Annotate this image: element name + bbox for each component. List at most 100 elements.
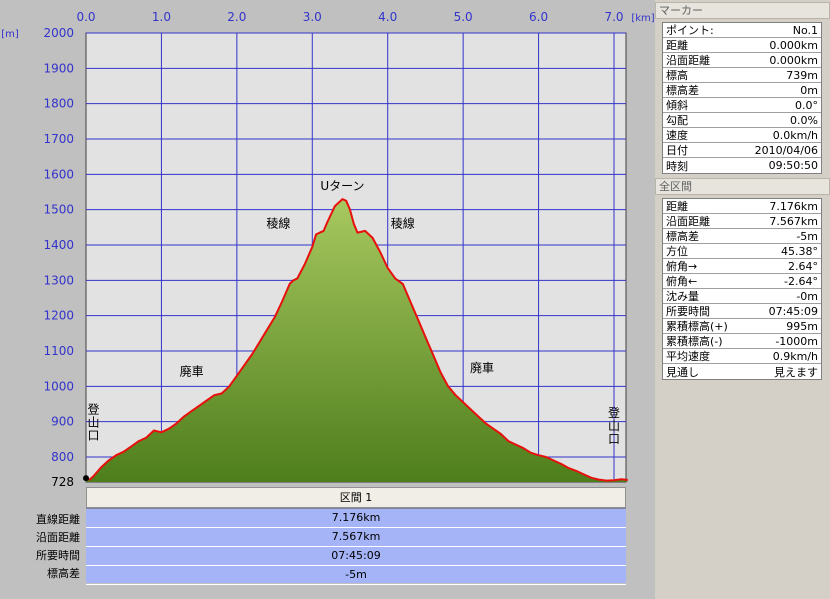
summary-value: 07:45:09: [768, 304, 818, 318]
elevation-chart: 728 800 900 1000 1100 1200 1300 1400 1500 1600 170…: [0, 0, 655, 599]
summary-row-sink: 沈み量 -0m: [663, 289, 821, 304]
summary-label: 所要時間: [666, 305, 710, 318]
elevation-point: [296, 277, 299, 280]
summary-label: 沿面距離: [666, 215, 710, 228]
marker-label: 標高差: [666, 84, 699, 97]
elevation-point: [175, 422, 178, 425]
segment-value-elevation-diff: -5m: [86, 566, 626, 585]
elevation-point: [115, 454, 117, 457]
elevation-point: [552, 459, 555, 462]
marker-row-time: 時刻 09:50:50: [663, 158, 821, 173]
elevation-point: [439, 371, 442, 374]
summary-label: 累積標高(-): [666, 335, 723, 348]
summary-table: 距離 7.176km 沿面距離 7.567km 標高差 -5m 方位 45.38° 俯角…: [662, 198, 822, 380]
elevation-point: [319, 231, 321, 234]
elevation-point: [402, 283, 404, 285]
segment-tab[interactable]: 区間 1: [86, 487, 626, 508]
y-tick-label: 900: [51, 415, 74, 429]
elevation-point: [537, 454, 540, 457]
annotation-trailhead-char: 山: [608, 419, 620, 433]
y-tick-label: 1500: [43, 203, 74, 217]
elevation-point: [273, 316, 276, 319]
elevation-point: [409, 300, 412, 303]
elevation-point: [417, 318, 419, 321]
elevation-point: [322, 230, 325, 232]
y-tick-label: 800: [51, 450, 74, 464]
marker-section-header[interactable]: マーカー: [655, 2, 830, 19]
marker-row-speed: 速度 0.0km/h: [663, 128, 821, 143]
segment-value-duration: 07:45:09: [86, 547, 626, 566]
start-marker-icon: [83, 475, 89, 482]
marker-row-elevation: 標高 739m: [663, 68, 821, 83]
segment-values-table: 7.176km 7.567km 07:45:09 -5m: [86, 508, 626, 585]
elevation-point: [349, 208, 351, 211]
elevation-point: [89, 478, 91, 481]
elevation-point: [198, 405, 200, 407]
x-tick-label: 5.0: [454, 10, 473, 24]
summary-row-cumulative-ascent: 累積標高(+) 995m: [663, 319, 821, 334]
elevation-point: [228, 385, 231, 388]
elevation-point: [266, 329, 268, 331]
elevation-point: [386, 267, 389, 269]
marker-row-surface-distance: 沿面距離 0.000km: [663, 53, 821, 68]
x-tick-label: 2.0: [227, 10, 246, 24]
segment-value-surface-distance: 7.567km: [86, 528, 626, 547]
summary-label: 見通し: [666, 365, 699, 379]
summary-value: 7.567km: [769, 214, 818, 228]
elevation-point: [626, 479, 629, 481]
summary-row-bearing: 方位 45.38°: [663, 244, 821, 259]
summary-label: 累積標高(+): [666, 320, 728, 333]
elevation-point: [613, 479, 615, 482]
annotation-label: 廃車: [470, 360, 494, 375]
summary-value: 7.176km: [769, 199, 818, 213]
elevation-point: [213, 394, 215, 397]
marker-row-distance: 距離 0.000km: [663, 38, 821, 53]
marker-label: 傾斜: [666, 99, 688, 112]
y-tick-label: 2000: [43, 26, 74, 40]
elevation-point: [394, 277, 397, 280]
elevation-point: [454, 394, 457, 397]
x-tick-label: 7.0: [604, 10, 623, 24]
y-tick-label: 1100: [43, 344, 74, 358]
elevation-point: [492, 427, 495, 430]
x-tick-label: 4.0: [378, 10, 397, 24]
y-unit-label: [m]: [1, 29, 19, 40]
marker-label: 沿面距離: [666, 54, 710, 67]
y-tick-label: 1200: [43, 309, 74, 323]
marker-table: ポイント: No.1 距離 0.000km 沿面距離 0.000km 標高 739m 標…: [662, 22, 822, 174]
marker-value: 2010/04/06: [754, 143, 818, 157]
y-tick-label: 1300: [43, 273, 74, 287]
elevation-point: [281, 300, 283, 303]
summary-value: 45.38°: [781, 244, 818, 258]
marker-value: 0.000km: [769, 53, 818, 67]
elevation-point: [371, 237, 374, 239]
marker-value: 0m: [800, 83, 818, 97]
annotation-label: 稜線: [391, 215, 415, 230]
elevation-point: [130, 445, 133, 448]
x-tick-label: 6.0: [529, 10, 548, 24]
marker-label: ポイント:: [666, 24, 714, 37]
elevation-point: [620, 478, 623, 481]
annotation-trailhead-char: 口: [608, 432, 620, 446]
marker-label: 勾配: [666, 114, 688, 127]
summary-label: 沈み量: [666, 290, 699, 303]
summary-label: 俯角→: [666, 260, 698, 273]
summary-row-duration: 所要時間 07:45:09: [663, 304, 821, 319]
elevation-point: [326, 221, 329, 223]
summary-section-header[interactable]: 全区間: [655, 178, 830, 195]
elevation-point: [183, 415, 185, 418]
marker-row-date: 日付 2010/04/06: [663, 143, 821, 158]
elevation-point: [462, 401, 464, 404]
elevation-point: [160, 431, 163, 434]
elevation-point: [258, 341, 261, 344]
annotation-label: 稜線: [266, 215, 290, 230]
marker-value: 739m: [786, 68, 818, 82]
elevation-point: [605, 479, 608, 482]
summary-label: 標高差: [666, 230, 699, 243]
segment-tab-label: 区間 1: [339, 491, 373, 504]
segment-label-surface-distance: 沿面距離: [36, 531, 80, 544]
elevation-point: [168, 427, 170, 430]
segment-value-direct-distance: 7.176km: [86, 509, 626, 528]
elevation-point: [145, 436, 148, 439]
y-tick-label: 1000: [43, 379, 74, 393]
